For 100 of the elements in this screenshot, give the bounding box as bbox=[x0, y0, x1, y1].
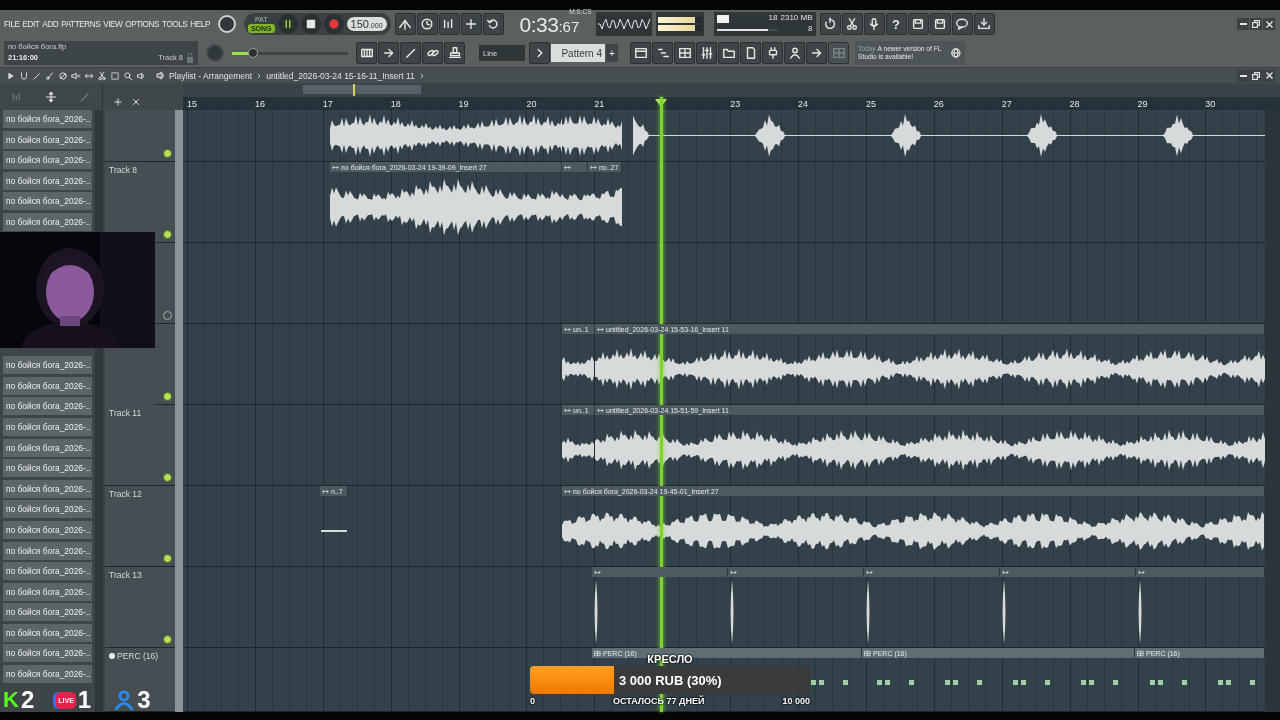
track-header[interactable]: Track 11 bbox=[105, 405, 175, 486]
document-button[interactable] bbox=[740, 42, 761, 64]
track-name: Track 8 bbox=[109, 165, 138, 175]
menu-item[interactable]: HELP bbox=[190, 19, 210, 29]
plus-button[interactable] bbox=[460, 13, 482, 35]
track-lane[interactable] bbox=[183, 110, 1265, 162]
browser-item[interactable]: по бойся бога_2026-.. bbox=[3, 665, 92, 684]
browser-item[interactable]: по бойся бога_2026-.. bbox=[3, 438, 92, 457]
chevron-button[interactable] bbox=[529, 42, 550, 64]
menu-item[interactable]: PATTERNS bbox=[61, 19, 101, 29]
volume-knob[interactable] bbox=[217, 15, 236, 33]
browser-item[interactable]: по бойся бога_2026-.. bbox=[3, 151, 92, 170]
pencil-button[interactable] bbox=[400, 42, 421, 64]
track-header[interactable]: Track 12 bbox=[105, 486, 175, 567]
browser-item[interactable]: по бойся бога_2026-.. bbox=[3, 417, 92, 436]
peak-button[interactable] bbox=[394, 13, 416, 35]
add-pattern-button[interactable]: + bbox=[606, 44, 618, 62]
vertical-scrollbar[interactable] bbox=[1265, 110, 1280, 712]
browser-item[interactable]: по бойся бога_2026-.. bbox=[3, 212, 92, 231]
save-button[interactable] bbox=[929, 13, 951, 35]
track-enable-light[interactable] bbox=[163, 230, 172, 239]
menu-item[interactable]: OPTIONS bbox=[125, 19, 159, 29]
menu-item[interactable]: VIEW bbox=[103, 19, 123, 29]
plus-icon bbox=[464, 17, 479, 31]
restore-button[interactable] bbox=[1250, 18, 1262, 30]
track-enable-light[interactable] bbox=[163, 554, 172, 563]
play-button[interactable] bbox=[277, 14, 298, 34]
stop-button[interactable] bbox=[300, 14, 321, 34]
browser-item[interactable]: по бойся бога_2026-.. bbox=[3, 479, 92, 498]
overview-scrollbar[interactable] bbox=[183, 83, 1280, 97]
browser-item[interactable]: по бойся бога_2026-.. bbox=[3, 562, 92, 581]
minimize-icon bbox=[1239, 74, 1247, 77]
bars-button[interactable] bbox=[438, 13, 460, 35]
folder-button[interactable] bbox=[718, 42, 739, 64]
track-enable-light[interactable] bbox=[163, 392, 172, 401]
stamp-button[interactable] bbox=[444, 42, 465, 64]
browser-item[interactable]: по бойся бога_2026-.. bbox=[3, 582, 92, 601]
close-button[interactable] bbox=[1263, 18, 1275, 30]
browser-item[interactable]: по бойся бога_2026-.. bbox=[3, 397, 92, 416]
clip-header[interactable] bbox=[864, 567, 1000, 577]
scissors-button[interactable] bbox=[841, 13, 863, 35]
save-button[interactable] bbox=[907, 13, 929, 35]
browser-item[interactable]: по бойся бога_2026-.. bbox=[3, 623, 92, 642]
clip-header[interactable] bbox=[592, 567, 728, 577]
download-button[interactable] bbox=[973, 13, 995, 35]
browser-item[interactable]: по бойся бога_2026-.. bbox=[3, 644, 92, 663]
help-button[interactable]: ? bbox=[885, 13, 907, 35]
browser-item[interactable]: по бойся бога_2026-.. bbox=[3, 520, 92, 539]
menu-item[interactable]: TOOLS bbox=[162, 19, 188, 29]
person-button[interactable] bbox=[784, 42, 805, 64]
arrow-button[interactable] bbox=[378, 42, 399, 64]
browser-item[interactable]: по бойся бога_2026-.. bbox=[3, 171, 92, 190]
menu-item[interactable]: FILE bbox=[4, 19, 20, 29]
menu-item[interactable]: ADD bbox=[42, 19, 59, 29]
clip-header[interactable] bbox=[728, 567, 864, 577]
breadcrumb[interactable]: untitled_2026-03-24 15-16-11_Insert 11 bbox=[266, 70, 415, 81]
scroll-thumb[interactable] bbox=[303, 85, 421, 94]
clip-header[interactable] bbox=[1000, 567, 1136, 577]
browser-item[interactable]: по бойся бога_2026-.. bbox=[3, 459, 92, 478]
menu-item[interactable]: EDIT bbox=[22, 19, 40, 29]
piano-button[interactable] bbox=[356, 42, 377, 64]
track-header[interactable] bbox=[105, 110, 175, 162]
refresh-button[interactable] bbox=[819, 13, 841, 35]
browser-item[interactable]: по бойся бога_2026-.. bbox=[3, 603, 92, 622]
chat-button[interactable] bbox=[951, 13, 973, 35]
pattern-selector[interactable]: Pattern 4 bbox=[551, 44, 605, 62]
sliders-button[interactable] bbox=[696, 42, 717, 64]
window-button[interactable] bbox=[630, 42, 651, 64]
piano-roll-button[interactable] bbox=[652, 42, 673, 64]
browser-item[interactable]: по бойся бога_2026-.. bbox=[3, 376, 92, 395]
browser-item[interactable]: по бойся бога_2026-.. bbox=[3, 130, 92, 149]
minimize-button[interactable] bbox=[1237, 18, 1249, 30]
clock-button[interactable] bbox=[416, 13, 438, 35]
loop-button[interactable] bbox=[482, 13, 504, 35]
arrow-button[interactable] bbox=[806, 42, 827, 64]
link-button[interactable] bbox=[422, 42, 443, 64]
grid-button[interactable] bbox=[674, 42, 695, 64]
browser-item[interactable]: по бойся бога_2026-.. bbox=[3, 192, 92, 211]
clip-header[interactable] bbox=[562, 162, 588, 172]
microphone-button[interactable] bbox=[863, 13, 885, 35]
close-button[interactable] bbox=[1263, 69, 1275, 82]
track-enable-light[interactable] bbox=[163, 473, 172, 482]
track-header[interactable]: Track 13 bbox=[105, 567, 175, 648]
note-block bbox=[1182, 680, 1187, 685]
track-enable-light[interactable] bbox=[163, 635, 172, 644]
slider-thumb[interactable] bbox=[247, 47, 258, 58]
browser-item[interactable]: по бойся бога_2026-.. bbox=[3, 110, 92, 128]
restore-button[interactable] bbox=[1250, 69, 1262, 82]
track-lane[interactable] bbox=[183, 567, 1265, 648]
browser-item[interactable]: по бойся бога_2026-.. bbox=[3, 356, 92, 375]
browser-item[interactable]: по бойся бога_2026-.. bbox=[3, 500, 92, 519]
track-scrollbar[interactable] bbox=[175, 110, 183, 712]
timeline-ruler[interactable]: 15 16 17 18 19 20 21 23 24 25 26 27 28 29 30 bbox=[183, 97, 1280, 110]
plug-button[interactable] bbox=[762, 42, 783, 64]
minimize-button[interactable] bbox=[1237, 69, 1249, 82]
track-lane[interactable] bbox=[183, 243, 1265, 324]
browser-item[interactable]: по бойся бога_2026-.. bbox=[3, 541, 92, 560]
clip-header[interactable] bbox=[1136, 567, 1265, 577]
close-icon bbox=[1265, 72, 1273, 79]
track-enable-light[interactable] bbox=[163, 149, 172, 158]
